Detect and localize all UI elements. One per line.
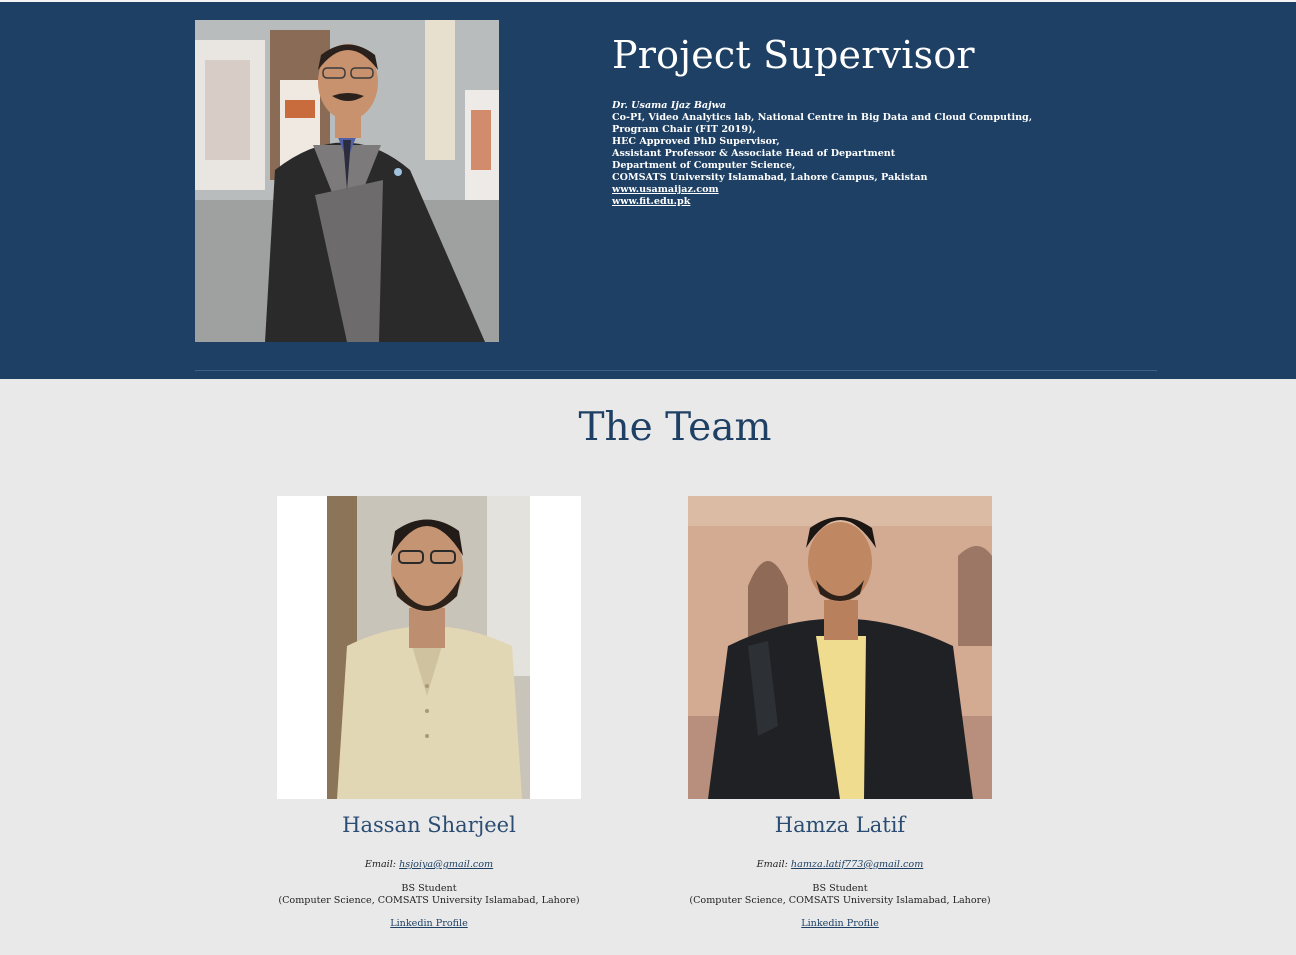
supervisor-detail-line: Program Chair (FIT 2019), xyxy=(612,124,756,135)
member-role-title: BS Student xyxy=(401,883,457,894)
member-email-link[interactable]: hsjoiya@gmail.com xyxy=(399,859,493,870)
page: Project Supervisor Dr. Usama Ijaz Bajwa … xyxy=(0,0,1296,955)
member-affiliation: (Computer Science, COMSATS University Is… xyxy=(278,895,580,906)
supervisor-detail-line: Assistant Professor & Associate Head of … xyxy=(612,148,896,159)
email-label: Email: xyxy=(756,859,791,870)
team-member-card: Hassan Sharjeel Email: hsjoiya@gmail.com… xyxy=(264,496,594,930)
member-name: Hassan Sharjeel xyxy=(342,813,516,837)
supervisor-detail-line: COMSATS University Islamabad, Lahore Cam… xyxy=(612,172,928,183)
member-role-title: BS Student xyxy=(812,883,868,894)
supervisor-title: Project Supervisor xyxy=(612,33,975,77)
section-divider xyxy=(195,370,1157,371)
member-name: Hamza Latif xyxy=(774,813,906,837)
fit-website-link[interactable]: www.fit.edu.pk xyxy=(612,196,690,207)
supervisor-photo xyxy=(195,20,499,342)
supervisor-detail-line: Department of Computer Science, xyxy=(612,160,796,171)
member-role: BS Student (Computer Science, COMSATS Un… xyxy=(675,883,1005,907)
team-heading: The Team xyxy=(578,405,772,450)
member-role: BS Student (Computer Science, COMSATS Un… xyxy=(264,883,594,907)
supervisor-website-link[interactable]: www.usamaijaz.com xyxy=(612,184,719,195)
member-photo xyxy=(277,496,581,799)
supervisor-name: Dr. Usama Ijaz Bajwa xyxy=(612,100,727,111)
member-photo xyxy=(688,496,992,799)
member-email-link[interactable]: hamza.latif773@gmail.com xyxy=(791,859,923,870)
linkedin-profile-link[interactable]: Linkedin Profile xyxy=(390,918,468,930)
supervisor-detail-line: Co-PI, Video Analytics lab, National Cen… xyxy=(612,112,1033,123)
supervisor-detail-line: HEC Approved PhD Supervisor, xyxy=(612,136,780,147)
member-affiliation: (Computer Science, COMSATS University Is… xyxy=(689,895,991,906)
email-label: Email: xyxy=(364,859,400,870)
team-member-card: Hamza Latif Email: hamza.latif773@gmail.… xyxy=(675,496,1005,930)
supervisor-details: Dr. Usama Ijaz Bajwa Co-PI, Video Analyt… xyxy=(612,100,1032,208)
linkedin-profile-link[interactable]: Linkedin Profile xyxy=(801,918,879,930)
member-email-line: Email: hsjoiya@gmail.com xyxy=(264,859,594,871)
member-email-line: Email: hamza.latif773@gmail.com xyxy=(675,859,1005,871)
